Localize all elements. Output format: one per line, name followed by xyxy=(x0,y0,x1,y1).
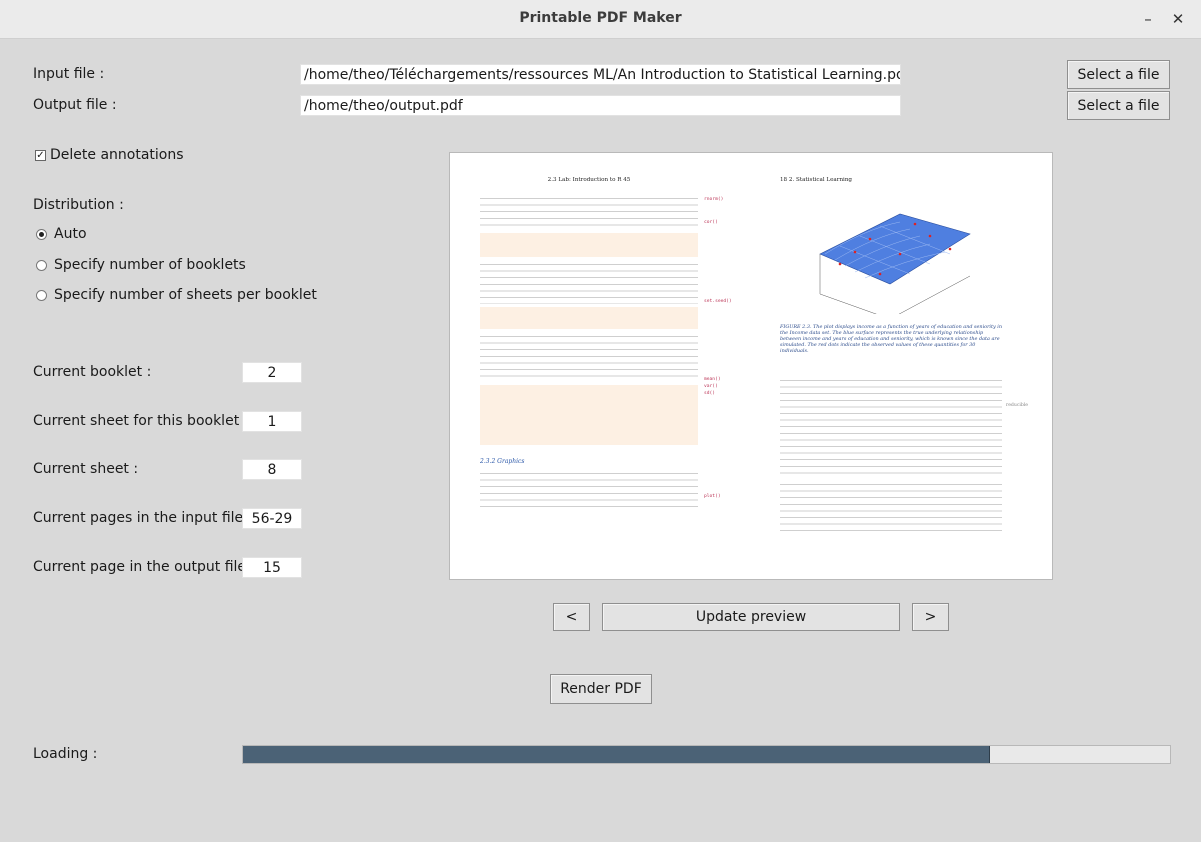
preview-section-heading: 2.3.2 Graphics xyxy=(480,457,525,465)
select-output-file-button[interactable]: Select a file xyxy=(1067,91,1170,120)
preview-code-block xyxy=(480,384,698,445)
preview-code-block xyxy=(480,232,698,257)
preview-text-block xyxy=(780,480,1002,533)
radio-sheets-per-booklet[interactable] xyxy=(36,290,47,301)
delete-annotations-checkbox[interactable]: ✓ xyxy=(35,150,46,161)
current-sheet-label: Current sheet : xyxy=(33,461,139,477)
preview-right-header: 18 2. Statistical Learning xyxy=(780,177,853,183)
current-input-pages-value: 56-29 xyxy=(242,508,302,529)
loading-label: Loading : xyxy=(33,746,98,762)
preview-text-block xyxy=(480,259,698,304)
radio-number-of-booklets-label: Specify number of booklets xyxy=(54,257,246,273)
current-output-page-label: Current page in the output file : xyxy=(33,559,256,575)
preview-figure-caption: FIGURE 2.3. The plot displays income as … xyxy=(780,324,1002,355)
current-booklet-label: Current booklet : xyxy=(33,364,152,380)
loading-progress-bar xyxy=(242,745,1171,764)
update-preview-button[interactable]: Update preview xyxy=(602,603,900,631)
current-sheet-booklet-value: 1 xyxy=(242,411,302,432)
preview-code-block xyxy=(480,306,698,329)
previous-button[interactable]: < xyxy=(553,603,590,631)
current-sheet-value: 8 xyxy=(242,459,302,480)
select-input-file-button[interactable]: Select a file xyxy=(1067,60,1170,89)
preview-left-page: 2.3 Lab: Introduction to R 45 2.3.2 Grap… xyxy=(480,153,698,510)
preview-right-page: 18 2. Statistical Learning FIGURE 2.3. T… xyxy=(780,153,1002,533)
title-bar: Printable PDF Maker – ✕ xyxy=(0,0,1201,39)
preview-margin-note: rnorm() xyxy=(704,197,724,202)
render-pdf-button[interactable]: Render PDF xyxy=(550,674,652,704)
preview-margin-note: mean() xyxy=(704,377,721,382)
input-file-field[interactable]: /home/theo/Téléchargements/ressources ML… xyxy=(300,64,901,85)
output-file-label: Output file : xyxy=(33,97,117,113)
preview-margin-note: cor() xyxy=(704,220,718,225)
preview-text-block xyxy=(480,193,698,230)
current-output-page-value: 15 xyxy=(242,557,302,578)
window-title: Printable PDF Maker xyxy=(519,10,682,26)
distribution-label: Distribution : xyxy=(33,197,124,213)
preview-text-block xyxy=(480,331,698,382)
current-sheet-booklet-label: Current sheet for this booklet : xyxy=(33,413,249,429)
input-file-label: Input file : xyxy=(33,66,105,82)
radio-sheets-per-booklet-label: Specify number of sheets per booklet xyxy=(54,287,317,303)
current-booklet-value: 2 xyxy=(242,362,302,383)
preview-margin-note: plot() xyxy=(704,494,721,499)
preview-3d-surface-figure xyxy=(819,213,971,319)
next-button[interactable]: > xyxy=(912,603,949,631)
preview-margin-note: set.seed() xyxy=(704,299,732,304)
delete-annotations-label: Delete annotations xyxy=(50,147,184,163)
current-input-pages-label: Current pages in the input file : xyxy=(33,510,253,526)
preview-text-block xyxy=(780,376,1002,477)
preview-margin-note: reducible xyxy=(1006,403,1028,408)
preview-margin-note: var() xyxy=(704,384,718,389)
minimize-icon[interactable]: – xyxy=(1138,9,1158,29)
output-file-field[interactable]: /home/theo/output.pdf xyxy=(300,95,901,116)
preview-left-header: 2.3 Lab: Introduction to R 45 xyxy=(547,177,631,183)
preview-text-block xyxy=(480,469,698,510)
radio-number-of-booklets[interactable] xyxy=(36,260,47,271)
loading-progress-fill xyxy=(243,746,991,763)
radio-auto[interactable] xyxy=(36,229,47,240)
radio-auto-label: Auto xyxy=(54,226,87,242)
preview-margin-note: sd() xyxy=(704,391,716,396)
page-preview: 2.3 Lab: Introduction to R 45 2.3.2 Grap… xyxy=(449,152,1053,580)
close-icon[interactable]: ✕ xyxy=(1168,9,1188,29)
